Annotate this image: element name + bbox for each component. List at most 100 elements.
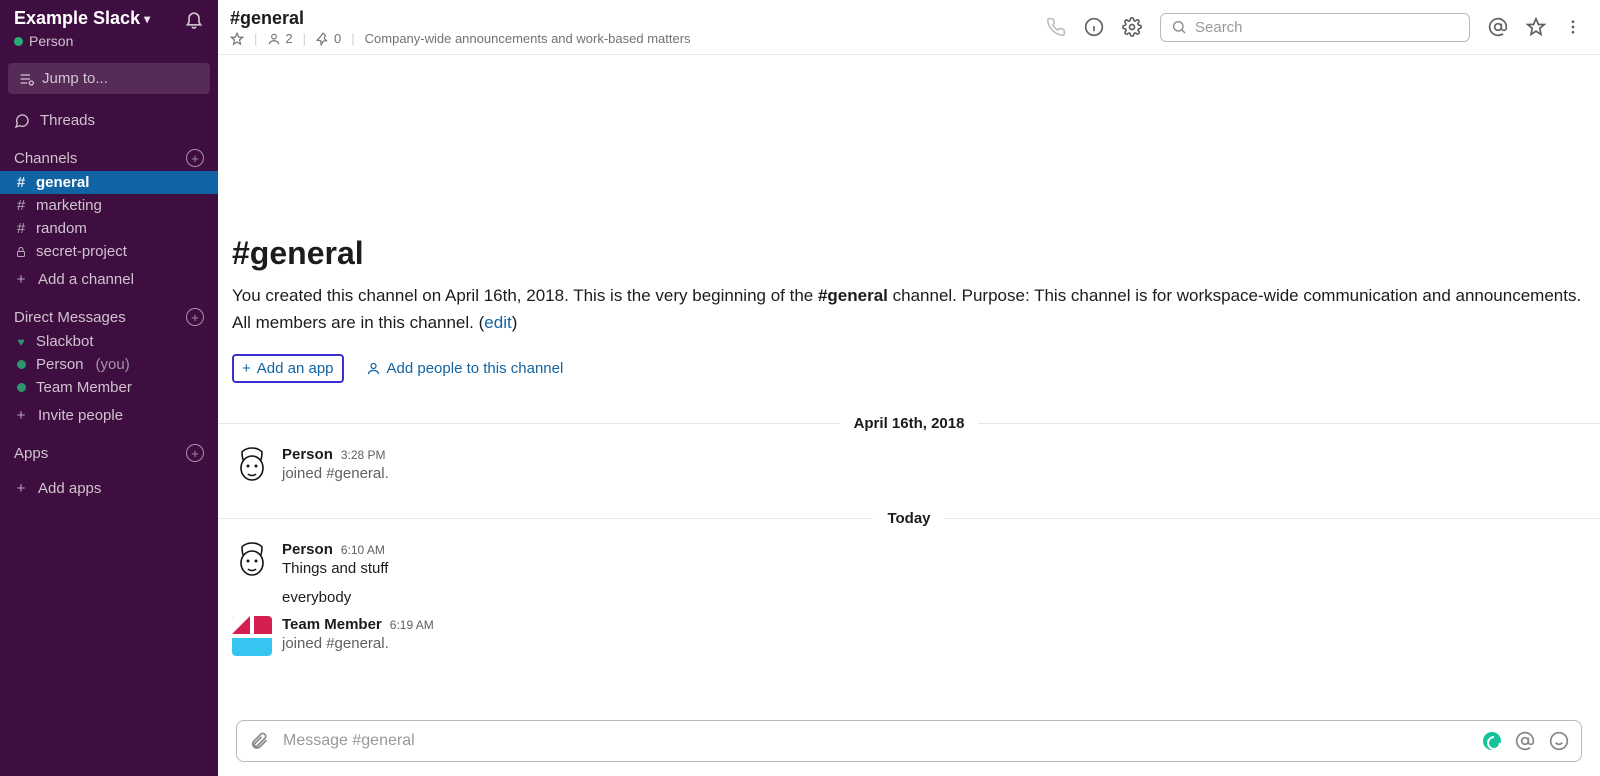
add-apps-link[interactable]: + Add apps <box>0 466 218 511</box>
add-app-label: Add an app <box>257 360 334 377</box>
composer-input[interactable] <box>283 732 1469 750</box>
add-an-app-link[interactable]: + Add an app <box>232 354 344 383</box>
hash-icon: # <box>14 220 28 237</box>
avatar <box>232 616 272 656</box>
message-time: 3:28 PM <box>341 448 386 462</box>
channel-marketing[interactable]: # marketing <box>0 194 218 217</box>
dm-label: Team Member <box>36 379 132 396</box>
mention-at-icon[interactable] <box>1515 731 1535 751</box>
person-icon <box>267 32 281 46</box>
search-box[interactable] <box>1160 13 1470 42</box>
add-dm-plus-icon[interactable]: + <box>186 308 204 326</box>
search-icon <box>1171 19 1187 35</box>
presence-dot-icon <box>14 383 28 392</box>
plus-icon: + <box>14 407 28 424</box>
message-row[interactable]: Person 6:10 AM Things and stuff <box>218 533 1600 587</box>
invite-label: Invite people <box>38 407 123 424</box>
current-user-name: Person <box>29 33 73 49</box>
date-divider: Today <box>218 510 1600 527</box>
channel-general[interactable]: # general <box>0 171 218 194</box>
info-icon[interactable] <box>1084 17 1104 37</box>
jump-icon <box>18 71 34 87</box>
date-divider: April 16th, 2018 <box>218 415 1600 432</box>
lock-icon <box>14 246 28 258</box>
star-icon[interactable] <box>230 32 244 46</box>
invite-people-link[interactable]: + Invite people <box>0 399 218 438</box>
heart-icon: ♥ <box>14 335 28 349</box>
sidebar: Example Slack ▾ Person Jump to... Thread… <box>0 0 218 776</box>
plus-icon: + <box>14 480 28 497</box>
pin-count[interactable]: 0 <box>316 31 341 46</box>
threads-icon <box>14 113 30 129</box>
jump-label: Jump to... <box>42 70 108 87</box>
divider-date: April 16th, 2018 <box>840 415 979 432</box>
attachment-paperclip-icon[interactable] <box>249 731 269 751</box>
channel-label: marketing <box>36 197 102 214</box>
settings-gear-icon[interactable] <box>1122 17 1142 37</box>
channel-topic[interactable]: Company-wide announcements and work-base… <box>365 31 691 46</box>
message-time: 6:19 AM <box>390 618 434 632</box>
add-channel-plus-icon[interactable]: + <box>186 149 204 167</box>
main-pane: #general | 2 | 0 | Com <box>218 0 1600 776</box>
dms-heading: Direct Messages <box>14 309 126 326</box>
message-row[interactable]: Person 3:28 PM joined #general. <box>218 438 1600 492</box>
dm-you-suffix: (you) <box>96 356 130 373</box>
pin-icon <box>316 32 330 46</box>
search-input[interactable] <box>1195 19 1459 36</box>
channel-label: secret-project <box>36 243 127 260</box>
threads-link[interactable]: Threads <box>0 106 218 143</box>
channel-label: general <box>36 174 89 191</box>
intro-title: #general <box>232 235 1582 272</box>
dm-team-member[interactable]: Team Member <box>0 376 218 399</box>
message-text: Things and stuff <box>282 560 1582 577</box>
intro-text: You created this channel on April 16th, … <box>232 282 1582 336</box>
hash-icon: # <box>14 174 28 191</box>
hash-icon: # <box>14 197 28 214</box>
add-people-label: Add people to this channel <box>387 360 564 377</box>
plus-icon: + <box>14 271 28 288</box>
message-author: Team Member <box>282 616 382 633</box>
add-people-link[interactable]: Add people to this channel <box>358 356 572 381</box>
presence-dot-icon <box>14 37 23 46</box>
divider-date: Today <box>873 510 944 527</box>
avatar <box>232 446 272 486</box>
edit-link[interactable]: edit <box>484 313 511 332</box>
emoji-smile-icon[interactable] <box>1549 731 1569 751</box>
dm-label: Person <box>36 356 84 373</box>
more-vertical-icon[interactable] <box>1564 18 1582 36</box>
phone-icon[interactable] <box>1046 17 1066 37</box>
member-count[interactable]: 2 <box>267 31 292 46</box>
channel-intro: #general You created this channel on Apr… <box>218 235 1600 397</box>
person-icon <box>366 361 381 376</box>
channel-label: random <box>36 220 87 237</box>
message-continuation[interactable]: everybody <box>218 587 1600 608</box>
mentions-at-icon[interactable] <box>1488 17 1508 37</box>
chevron-down-icon: ▾ <box>144 12 150 26</box>
message-author: Person <box>282 446 333 463</box>
notifications-bell-icon[interactable] <box>184 9 204 29</box>
add-app-plus-icon[interactable]: + <box>186 444 204 462</box>
message-composer[interactable] <box>236 720 1582 762</box>
channel-secret-project[interactable]: secret-project <box>0 240 218 263</box>
presence-dot-icon <box>14 360 28 369</box>
channels-heading: Channels <box>14 150 77 167</box>
star-outline-icon[interactable] <box>1526 17 1546 37</box>
message-time: 6:10 AM <box>341 543 385 557</box>
add-channel-link[interactable]: + Add a channel <box>0 263 218 302</box>
apps-heading: Apps <box>14 445 48 462</box>
threads-label: Threads <box>40 112 95 129</box>
message-text: joined #general. <box>282 635 1582 652</box>
dm-person-you[interactable]: Person (you) <box>0 353 218 376</box>
channel-random[interactable]: # random <box>0 217 218 240</box>
dm-label: Slackbot <box>36 333 94 350</box>
jump-to[interactable]: Jump to... <box>8 63 210 94</box>
message-author: Person <box>282 541 333 558</box>
dm-slackbot[interactable]: ♥ Slackbot <box>0 330 218 353</box>
message-row[interactable]: Team Member 6:19 AM joined #general. <box>218 608 1600 662</box>
current-user[interactable]: Person <box>0 33 218 59</box>
plus-icon: + <box>242 360 251 377</box>
grammarly-icon[interactable] <box>1483 732 1501 750</box>
add-apps-label: Add apps <box>38 480 101 497</box>
channel-header: #general | 2 | 0 | Com <box>218 0 1600 55</box>
workspace-switcher[interactable]: Example Slack ▾ <box>14 8 150 29</box>
